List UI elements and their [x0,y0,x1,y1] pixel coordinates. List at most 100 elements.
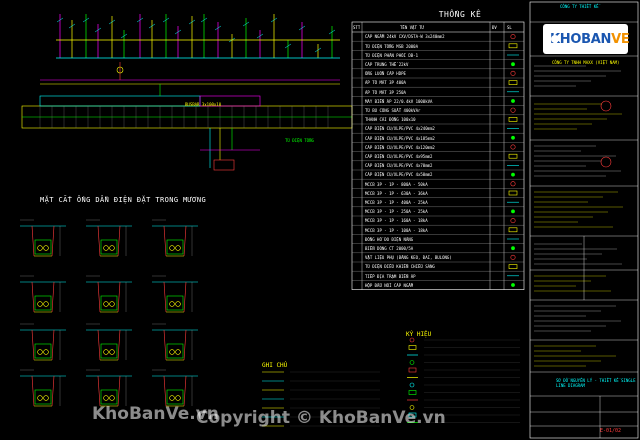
trench-wall [163,225,167,257]
conduit [169,245,175,251]
trench-wall [183,281,187,313]
symbol-icon [408,367,417,373]
trench-wall [97,329,101,361]
conduit [37,245,43,251]
sand-fill [34,295,52,311]
diagram-label-busbar: BUSBAR 3x100x10 [185,102,222,107]
conduit [109,301,115,307]
conduit [43,395,49,401]
table-row: CÁP TRUNG THẾ 22kV [365,62,409,67]
trench-section-title: MẶT CẮT ỐNG DẪN ĐIỆN ĐẶT TRONG MƯƠNG [40,196,207,204]
table-symbol [508,190,518,196]
table-symbol [510,254,516,260]
table-row: CÁP ĐIỆN CU/XLPE/PVC 4x120mm2 [365,144,435,150]
khobanve-logo[interactable]: KHOBANVE [543,24,630,54]
logo-text: KHOBANVE [550,31,630,47]
cad-drawing [20,1,639,439]
table-symbol [508,80,518,85]
table-symbol [508,227,518,233]
single-line-diagram [21,14,353,171]
table-symbol [511,172,515,177]
table-row: ÁP TÔ MÁT 3P 400A [365,80,406,86]
table-row: MCCB 3P - 1P - 630A - 36kA [365,190,428,196]
table-symbol [511,246,515,251]
sand-fill [166,239,184,255]
table-row: CÁP ĐIỆN CU/XLPE/PVC 4x95mm2 [365,154,433,159]
table-row: CÁP ĐIỆN CU/XLPE/PVC 4x240mm2 [365,126,435,132]
table-symbol [508,117,518,122]
trench-wall [51,329,55,361]
sand-fill [34,239,52,255]
symbol-legend-title: KÝ HIỆU [406,331,432,338]
conduit [175,245,181,251]
trench-wall [97,225,101,257]
title-block-company: CÔNG TY THIẾT KẾ [560,4,599,9]
table-symbol [508,264,518,269]
conduit [175,349,181,355]
trench-wall [51,225,55,257]
trench-wall [31,329,35,361]
trench-wall [163,375,167,407]
conduit [109,395,115,401]
sand-fill [100,343,118,359]
table-row: VẬT LIỆU PHỤ (BĂNG KEO, ĐAI, BULONG) [365,255,452,261]
table-row: MCCB 3P - 1P - 100A - 18kA [365,227,428,233]
table-symbol [508,153,518,159]
conduit [37,301,43,307]
table-row: TỦ ĐIỆN TỔNG MSB 2000A [365,43,418,49]
trench-wall [31,281,35,313]
table-row: TIẾP ĐỊA TRẠM BIẾN ÁP [365,273,416,279]
legend-title: GHI CHÚ [262,362,288,369]
trench-wall [183,329,187,361]
table-header-cell: STT [353,25,361,30]
logo-text-accent: VE [611,31,630,47]
sand-fill [34,343,52,359]
table-row: TỦ ĐIỆN PHÂN PHỐI DB-1 [365,52,418,58]
conduit [43,301,49,307]
sand-fill [166,389,184,405]
sand-fill [34,389,52,405]
trench-wall [117,225,121,257]
trench-wall [163,329,167,361]
table-symbol [511,283,515,287]
conduit [109,349,115,355]
panel-outline [39,95,201,107]
sand-fill [100,295,118,311]
title-block-grid [529,1,639,439]
table-row: CÁP ĐIỆN CU/XLPE/PVC 4x185mm2 [365,135,435,141]
trench-wall [117,329,121,361]
conduit [169,395,175,401]
trench-sections [20,219,198,407]
symbol-icon [409,382,415,388]
table-symbol [510,70,516,76]
symbol-icon [409,337,415,343]
symbol-icon [408,390,417,395]
title-block-border [529,1,639,439]
trench-wall [163,281,167,313]
conduit [169,301,175,307]
table-row: MCCB 3P - 1P - 800A - 50kA [365,181,428,187]
conduit [43,245,49,251]
table-row: TỦ BÙ CÔNG SUẤT 400kVAr [365,108,421,113]
sand-fill [100,239,118,255]
table-symbol [511,99,515,103]
trench-wall [31,225,35,257]
trench-wall [51,375,55,407]
trench-wall [97,375,101,407]
title-block-project: CÔNG TY TNHH MAXX (VIỆT NAM) [552,60,620,65]
conduit [103,349,109,355]
trench-wall [183,375,187,407]
table-row: MCCB 3P - 1P - 160A - 18kA [365,218,428,224]
trench-wall [117,375,121,407]
table-symbol [510,218,516,224]
table-header-cell: TÊN VẬT TƯ [400,25,425,30]
table-symbol [508,43,518,49]
table-symbol [511,135,515,140]
conduit [169,349,175,355]
conduit [109,245,115,251]
sand-fill [100,389,118,405]
table-row: THANH CÁI ĐỒNG 100x10 [365,117,416,123]
table-header-cell: SL [507,25,512,30]
trench-wall [183,225,187,257]
title-block-drawing-number: E-01/02 [600,428,622,434]
